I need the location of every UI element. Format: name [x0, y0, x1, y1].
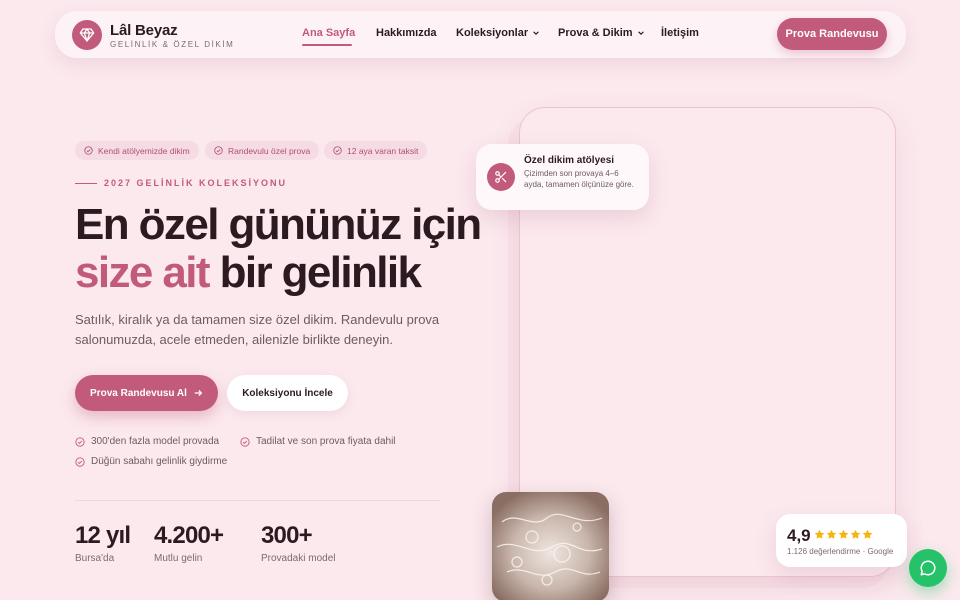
logo-badge[interactable]	[72, 20, 102, 50]
google-rating-card: 4,9 1.126 değerlendirme · Google	[776, 514, 907, 567]
nav-link-about[interactable]: Hakkımızda	[376, 27, 437, 39]
diamond-icon	[79, 28, 95, 42]
feature-card-description: Çizimden son provaya 4–6 ayda, tamamen ö…	[524, 169, 634, 189]
rating-score: 4,9	[787, 526, 811, 545]
nav-link-label: İletişim	[661, 27, 699, 39]
nav-link-collections[interactable]: Koleksiyonlar	[456, 27, 540, 39]
nav-link-label: Hakkımızda	[376, 27, 437, 39]
star-icon	[850, 529, 861, 539]
appointment-button[interactable]: Prova Randevusu	[777, 18, 887, 50]
stat-label: Bursa'da	[75, 553, 115, 564]
check-circle-icon	[214, 146, 223, 155]
feature-pill: Randevulu özel prova	[205, 141, 320, 160]
atelier-feature-card: Özel dikim atölyesi Çizimden son provaya…	[476, 144, 649, 210]
stat-value: 12 yıl	[75, 522, 131, 549]
stat-value: 4.200+	[154, 522, 224, 549]
feature-pill: Kendi atölyemizde dikim	[75, 141, 199, 160]
top-navbar: Lâl Beyaz GELİNLİK & ÖZEL DİKİM Ana Sayf…	[55, 11, 906, 58]
check-circle-icon	[84, 146, 93, 155]
button-label: Prova Randevusu Al	[90, 387, 187, 399]
benefit-label: Tadilat ve son prova fiyata dahil	[256, 436, 396, 447]
nav-link-label: Ana Sayfa	[302, 27, 356, 39]
nav-link-fitting[interactable]: Prova & Dikim	[558, 27, 645, 39]
hero-title: En özel gününüz için size ait bir gelinl…	[75, 201, 495, 297]
benefit-label: Düğün sabahı gelinlik giydirme	[91, 456, 228, 467]
active-nav-underline	[302, 44, 352, 46]
eyebrow-line	[75, 183, 97, 184]
stat-label: Provadaki model	[261, 553, 336, 564]
benefit-label: 300'den fazla model provada	[91, 436, 220, 447]
scissors-icon	[495, 171, 507, 183]
brand-name[interactable]: Lâl Beyaz	[110, 22, 178, 39]
check-circle-icon	[75, 436, 85, 447]
nav-link-label: Koleksiyonlar	[456, 27, 529, 39]
hero-title-accent: size ait	[75, 248, 211, 297]
hero-title-line1: En özel gününüz için	[75, 200, 482, 249]
eyebrow: 2027 GELİNLİK KOLEKSİYONU	[104, 178, 288, 188]
pill-label: 12 aya varan taksit	[347, 145, 419, 156]
benefit-item: 300'den fazla model provada	[75, 436, 219, 447]
chevron-down-icon	[533, 31, 539, 35]
hero-description: Satılık, kiralık ya da tamamen size özel…	[75, 312, 440, 347]
arrow-right-icon	[194, 390, 203, 396]
feature-icon-badge	[487, 163, 515, 191]
star-icon	[826, 529, 837, 539]
rating-source: 1.126 değerlendirme · Google	[787, 547, 894, 556]
check-circle-icon	[240, 436, 250, 447]
benefit-item: Tadilat ve son prova fiyata dahil	[240, 436, 396, 447]
feature-card-title: Özel dikim atölyesi	[524, 155, 615, 166]
view-collection-button[interactable]: Koleksiyonu İncele	[227, 375, 348, 411]
whatsapp-chat-button[interactable]	[909, 549, 947, 587]
star-icon	[814, 529, 825, 539]
nav-link-home[interactable]: Ana Sayfa	[302, 27, 355, 39]
nav-link-contact[interactable]: İletişim	[661, 27, 699, 39]
pill-label: Kendi atölyemizde dikim	[98, 145, 190, 156]
stats-divider	[75, 500, 440, 501]
benefit-item: Düğün sabahı gelinlik giydirme	[75, 456, 227, 467]
rating-stars	[814, 529, 873, 540]
star-icon	[862, 529, 873, 539]
lace-detail-photo	[492, 492, 609, 600]
brand-tagline: GELİNLİK & ÖZEL DİKİM	[110, 40, 235, 49]
pill-label: Randevulu özel prova	[228, 145, 311, 156]
check-circle-icon	[333, 146, 342, 155]
chat-bubble-icon	[920, 560, 936, 576]
book-appointment-button[interactable]: Prova Randevusu Al	[75, 375, 218, 411]
chevron-down-icon	[637, 31, 644, 35]
hero-title-rest: bir gelinlik	[208, 248, 422, 297]
stat-value: 300+	[261, 522, 313, 549]
stat-label: Mutlu gelin	[154, 553, 203, 564]
star-icon	[838, 529, 849, 539]
feature-pill: 12 aya varan taksit	[324, 141, 428, 160]
check-circle-icon	[75, 456, 85, 467]
nav-link-label: Prova & Dikim	[558, 27, 633, 39]
